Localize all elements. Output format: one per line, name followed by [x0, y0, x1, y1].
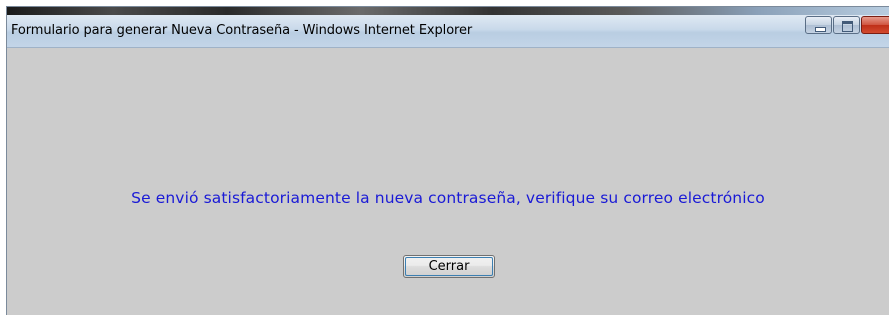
- success-message: Se envió satisfactoriamente la nueva con…: [131, 189, 765, 207]
- minimize-icon: [815, 27, 826, 32]
- close-button-label: Cerrar: [428, 259, 470, 274]
- title-bar[interactable]: Formulario para generar Nueva Contraseña…: [7, 15, 889, 48]
- window-top-strip: [7, 7, 889, 15]
- window-title: Formulario para generar Nueva Contraseña…: [11, 23, 473, 38]
- maximize-button[interactable]: [833, 16, 860, 34]
- maximize-icon: [842, 21, 853, 32]
- minimize-button[interactable]: [805, 16, 832, 34]
- page-content: Se envió satisfactoriamente la nueva con…: [7, 48, 889, 315]
- browser-window: Formulario para generar Nueva Contraseña…: [6, 6, 889, 315]
- close-window-button[interactable]: [861, 16, 889, 34]
- close-button[interactable]: Cerrar: [403, 255, 495, 278]
